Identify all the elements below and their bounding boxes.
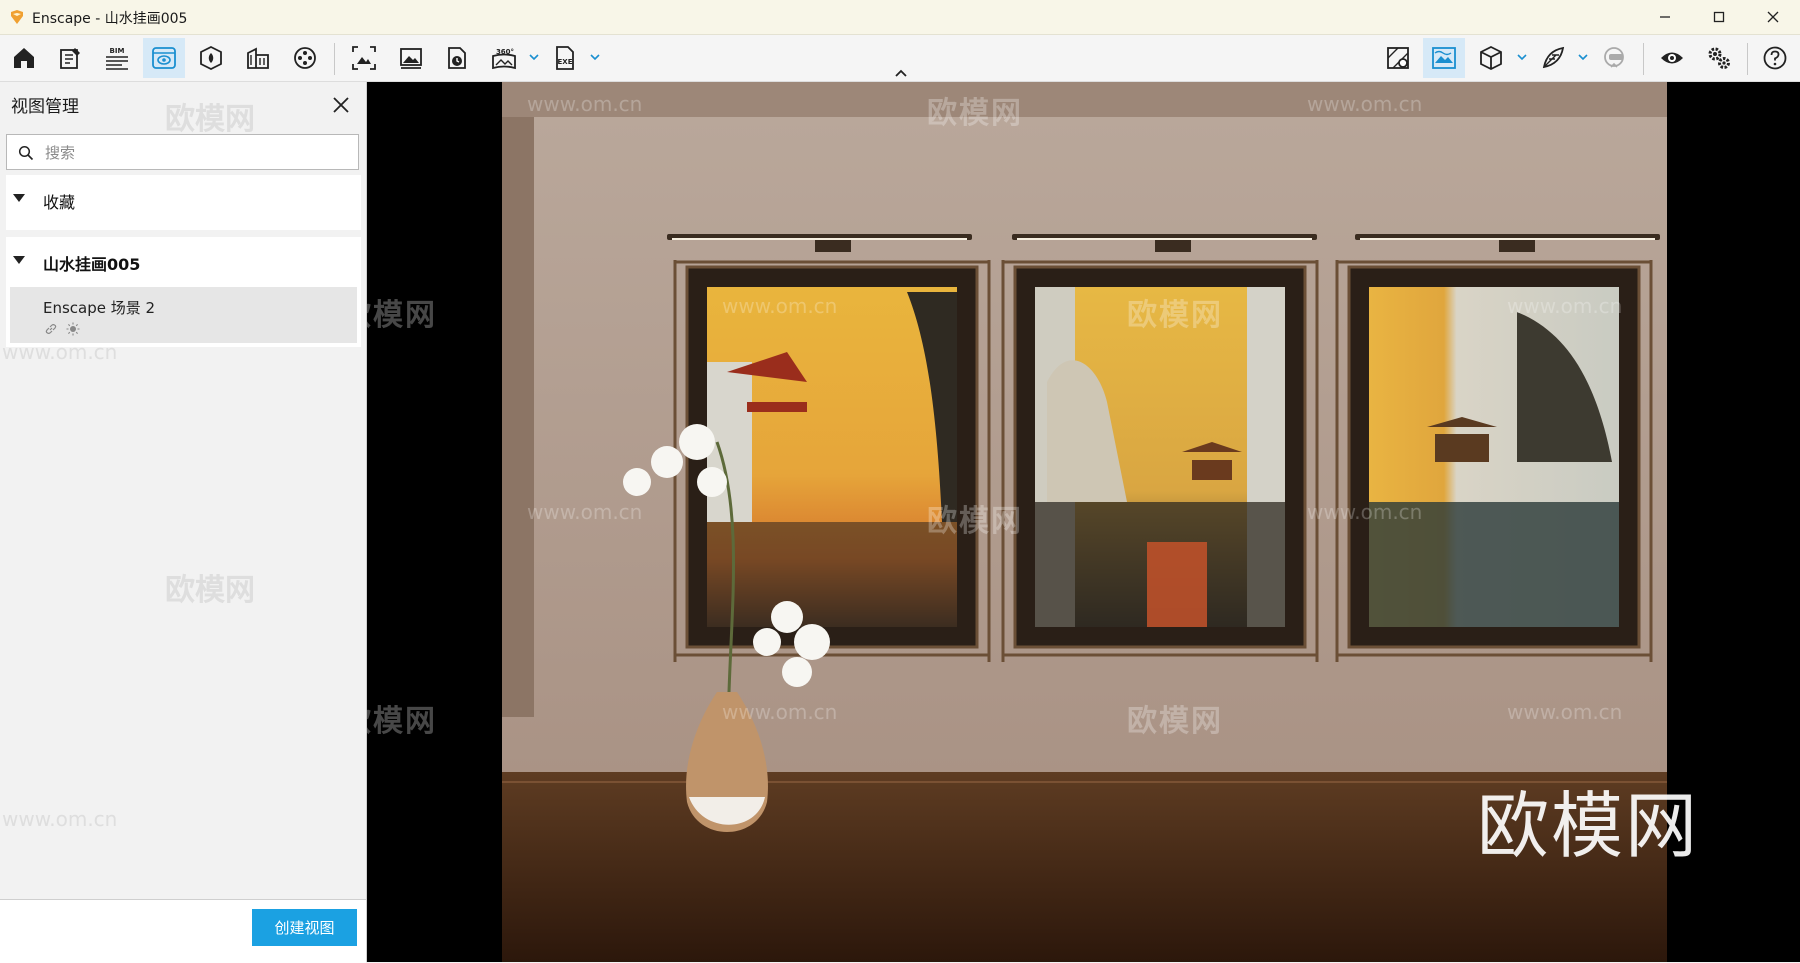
close-panel-icon[interactable] [330, 94, 352, 116]
panorama-icon: 360° [492, 48, 516, 70]
screenshot-button[interactable] [343, 38, 385, 78]
watermark-url: www.om.cn [527, 500, 643, 524]
notes-icon [60, 48, 80, 69]
visibility-icon [1661, 52, 1683, 64]
views-button[interactable] [143, 38, 185, 78]
exe-text: EXE [558, 58, 573, 66]
bim-text: BIM [110, 47, 125, 55]
brand-watermark: 欧模网 [1477, 784, 1700, 868]
maximize-icon [1713, 11, 1725, 23]
help-button[interactable] [1754, 38, 1796, 78]
vr-headset-icon [1604, 47, 1624, 68]
toolbar-separator-right [1643, 43, 1644, 75]
toolbar-separator-help [1747, 43, 1748, 75]
artistic-icon [1542, 46, 1565, 69]
home-icon [14, 48, 34, 68]
minimize-icon [1660, 16, 1670, 18]
video-icon [294, 47, 316, 69]
batch-render-icon [448, 47, 466, 69]
site-context-icon [1387, 47, 1409, 69]
favorites-group-header[interactable]: 收藏 [6, 175, 361, 223]
project-group-header[interactable]: 山水挂画005 [6, 237, 361, 285]
window-title: Enscape - 山水挂画005 [32, 11, 188, 27]
project-group: 山水挂画005 Enscape 场景 2 [6, 237, 361, 347]
cube-icon [1480, 45, 1502, 71]
panorama-button[interactable]: 360° [483, 38, 525, 78]
maximize-button[interactable] [1692, 0, 1746, 34]
favorites-group-label: 收藏 [43, 193, 76, 212]
material-icon [200, 45, 222, 71]
project-group-label: 山水挂画005 [43, 255, 141, 274]
render-viewport[interactable]: www.om.cn 欧模网 www.om.cn 欧模网 www.om.cn 欧模… [367, 82, 1800, 962]
toolbar-separator [334, 43, 335, 75]
watermark-url: www.om.cn [1507, 700, 1623, 724]
watermark-text: 欧模网 [367, 704, 437, 739]
favorites-group: 收藏 [6, 175, 361, 230]
sun-icon[interactable] [66, 322, 80, 336]
watermark-url: www.om.cn [1307, 500, 1423, 524]
home-button[interactable] [3, 38, 45, 78]
notes-button[interactable] [49, 38, 91, 78]
title-bar: Enscape - 山水挂画005 [0, 0, 1800, 35]
view-management-panel: 视图管理 收藏 山水挂画005 Enscape 场景 2 欧模网 欧模网 www… [0, 82, 367, 963]
help-icon [1763, 46, 1787, 70]
vr-headset-button[interactable] [1593, 38, 1635, 78]
search-input[interactable] [43, 135, 347, 171]
cube-view-button[interactable] [1470, 38, 1512, 78]
assets-button[interactable] [237, 38, 279, 78]
watermark-text: 欧模网 [165, 573, 255, 608]
search-icon [18, 145, 34, 161]
view-list-item[interactable]: Enscape 场景 2 [10, 287, 357, 343]
watermark-text: 欧模网 [927, 504, 1023, 539]
atmosphere-button[interactable] [1423, 38, 1465, 78]
export-exe-icon: EXE [556, 46, 574, 70]
caret-down-icon [13, 194, 25, 202]
link-icon[interactable] [44, 322, 58, 336]
batch-render-button[interactable] [436, 38, 478, 78]
caret-down-icon [13, 256, 25, 264]
assets-icon [247, 47, 269, 69]
watermark-url: www.om.cn [722, 700, 838, 724]
close-window-button[interactable] [1746, 0, 1800, 34]
export-dropdown-icon[interactable] [588, 50, 602, 64]
watermark-url: www.om.cn [527, 92, 643, 116]
view-name: Enscape 场景 2 [43, 299, 156, 317]
panel-footer: 创建视图 [0, 899, 366, 963]
watermark-url: www.om.cn [1307, 92, 1423, 116]
panel-title: 视图管理 [11, 97, 79, 117]
create-view-button[interactable]: 创建视图 [252, 909, 357, 946]
watermark-url: www.om.cn [722, 294, 838, 318]
image-icon [400, 48, 422, 69]
visibility-button[interactable] [1651, 38, 1693, 78]
collapse-toolbar-icon[interactable] [892, 67, 910, 79]
watermark-text: 欧模网 [1127, 704, 1223, 739]
enscape-logo-icon [11, 10, 23, 24]
watermark-text: 欧模网 [927, 96, 1023, 131]
video-editor-button[interactable] [284, 38, 326, 78]
search-box [6, 134, 359, 171]
watermark-text: 欧模网 [1127, 298, 1223, 333]
watermark-url: www.om.cn [2, 807, 118, 831]
export-exe-button[interactable]: EXE [544, 38, 586, 78]
cube-dropdown-icon[interactable] [1515, 50, 1529, 64]
close-icon [1767, 11, 1779, 23]
artistic-dropdown-icon[interactable] [1576, 50, 1590, 64]
views-icon [152, 47, 176, 69]
bim-button[interactable]: BIM [96, 38, 138, 78]
screenshot-icon [352, 46, 376, 70]
material-editor-button[interactable] [190, 38, 232, 78]
watermark-url: www.om.cn [2, 340, 118, 364]
atmosphere-icon [1432, 47, 1456, 69]
watermark-url: www.om.cn [1507, 294, 1623, 318]
watermark-text: 欧模网 [367, 298, 437, 333]
settings-icon [1708, 47, 1730, 69]
render-image-button[interactable] [390, 38, 432, 78]
panorama-dropdown-icon[interactable] [527, 50, 541, 64]
settings-button[interactable] [1698, 38, 1740, 78]
minimize-button[interactable] [1638, 0, 1692, 34]
watermark-text: 欧模网 [165, 102, 255, 137]
bim-icon: BIM [106, 47, 128, 70]
site-context-button[interactable] [1377, 38, 1419, 78]
artistic-mode-button[interactable] [1532, 38, 1574, 78]
